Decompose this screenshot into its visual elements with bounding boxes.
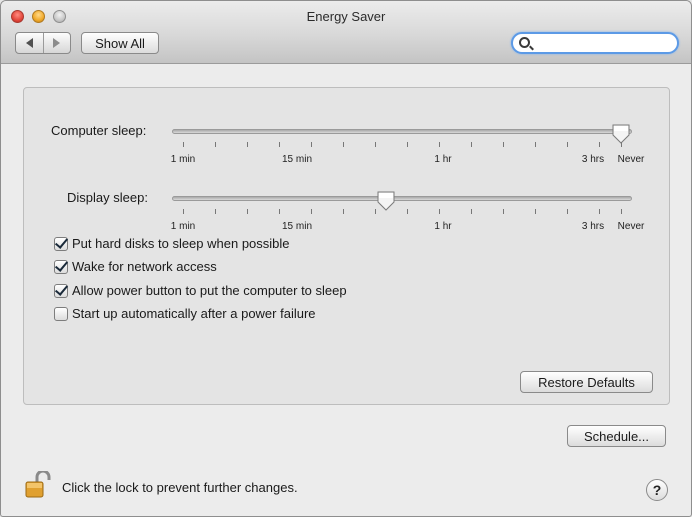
show-all-button[interactable]: Show All xyxy=(81,32,159,54)
computer-tick-label-1hr: 1 hr xyxy=(434,154,452,165)
navigation-buttons xyxy=(15,32,71,54)
display-tick-label-1min: 1 min xyxy=(170,221,196,232)
computer-sleep-ticks xyxy=(172,142,632,148)
computer-tick-label-15min: 15 min xyxy=(281,154,313,165)
restore-defaults-button[interactable]: Restore Defaults xyxy=(520,371,653,393)
hard-disk-sleep-checkbox[interactable] xyxy=(54,236,68,251)
display-sleep-ticks xyxy=(172,209,632,215)
auto-startup-checkbox[interactable] xyxy=(54,306,68,321)
back-button[interactable] xyxy=(16,33,43,53)
wake-network-label: Wake for network access xyxy=(72,259,217,274)
hard-disk-sleep-label: Put hard disks to sleep when possible xyxy=(72,236,290,251)
display-tick-label-3hrs: 3 hrs xyxy=(581,221,605,232)
computer-sleep-slider-thumb[interactable] xyxy=(611,123,631,144)
forward-arrow-icon xyxy=(53,38,61,48)
auto-startup-label: Start up automatically after a power fai… xyxy=(72,306,316,321)
computer-sleep-slider-track[interactable] xyxy=(172,129,632,134)
display-tick-label-never: Never xyxy=(617,221,645,232)
search-field[interactable] xyxy=(511,32,679,54)
search-icon xyxy=(519,37,530,48)
schedule-button[interactable]: Schedule... xyxy=(567,425,666,447)
display-sleep-slider-track[interactable] xyxy=(172,196,632,201)
lock-instruction-text: Click the lock to prevent further change… xyxy=(62,480,298,495)
window-title: Energy Saver xyxy=(306,9,386,24)
display-tick-label-1hr: 1 hr xyxy=(434,221,452,232)
option-power-button-sleep[interactable]: Allow power button to put the computer t… xyxy=(54,283,347,298)
back-arrow-icon xyxy=(25,38,33,48)
option-auto-startup[interactable]: Start up automatically after a power fai… xyxy=(54,306,316,321)
title-bar: Energy Saver Show All xyxy=(1,1,691,64)
display-tick-label-15min: 15 min xyxy=(281,221,313,232)
unlocked-padlock-icon[interactable] xyxy=(25,469,51,501)
power-button-sleep-label: Allow power button to put the computer t… xyxy=(72,283,347,298)
computer-sleep-label: Computer sleep: xyxy=(51,123,147,138)
wake-network-checkbox[interactable] xyxy=(54,259,68,274)
power-button-sleep-checkbox[interactable] xyxy=(54,283,68,298)
computer-tick-label-3hrs: 3 hrs xyxy=(581,154,605,165)
energy-saver-window: Energy Saver Show All Computer sleep: 1 … xyxy=(0,0,692,517)
option-wake-network[interactable]: Wake for network access xyxy=(54,259,217,274)
display-sleep-label: Display sleep: xyxy=(67,190,148,205)
computer-tick-label-1min: 1 min xyxy=(170,154,196,165)
search-input[interactable] xyxy=(535,35,673,51)
computer-tick-label-never: Never xyxy=(617,154,645,165)
display-sleep-slider-thumb[interactable] xyxy=(376,190,396,211)
forward-button[interactable] xyxy=(42,33,71,53)
help-button[interactable]: ? xyxy=(646,479,668,501)
option-hard-disk-sleep[interactable]: Put hard disks to sleep when possible xyxy=(54,236,290,251)
